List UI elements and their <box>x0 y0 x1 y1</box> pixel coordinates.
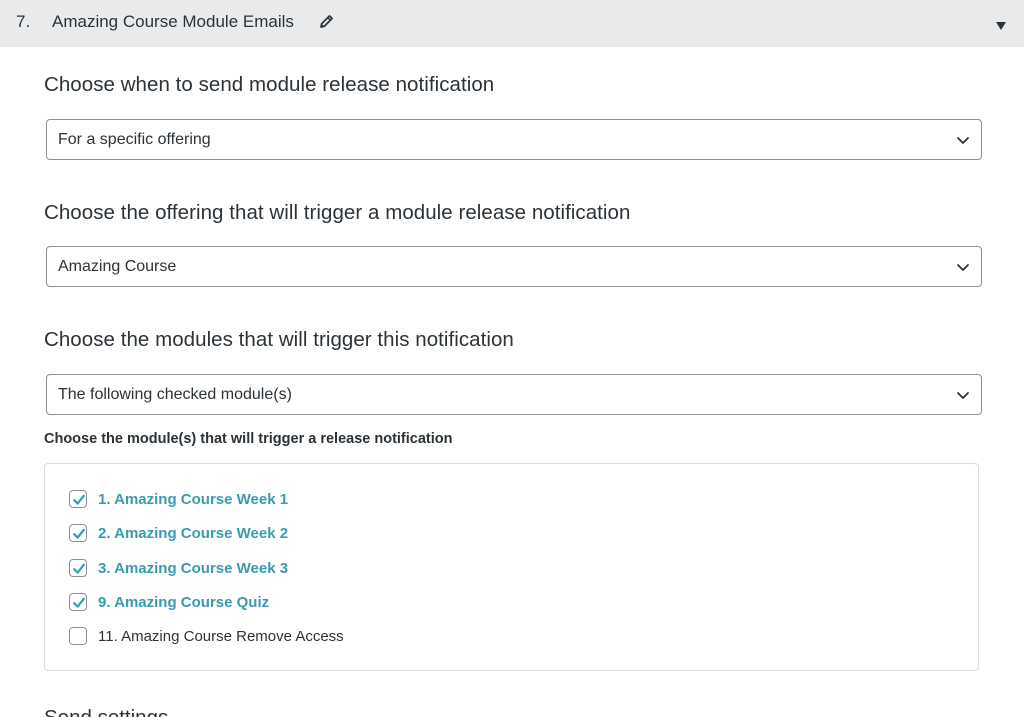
module-item[interactable]: 11. Amazing Course Remove Access <box>69 626 344 646</box>
modules-mode-label: Choose the modules that will trigger thi… <box>44 328 514 351</box>
offering-value: Amazing Course <box>58 258 177 275</box>
module-checkbox[interactable] <box>69 627 87 645</box>
module-item[interactable]: 3. Amazing Course Week 3 <box>69 558 288 578</box>
chevron-down-icon <box>956 133 970 147</box>
next-section-label: Send settings <box>44 706 168 717</box>
module-checklist: 1. Amazing Course Week 1 2. Amazing Cour… <box>44 463 979 671</box>
module-item[interactable]: 1. Amazing Course Week 1 <box>69 489 288 509</box>
module-label[interactable]: 1. Amazing Course Week 1 <box>98 491 288 508</box>
send-when-select[interactable]: For a specific offering <box>46 119 982 160</box>
module-label[interactable]: 3. Amazing Course Week 3 <box>98 560 288 577</box>
modules-mode-select[interactable]: The following checked module(s) <box>46 374 982 415</box>
chevron-down-icon <box>956 388 970 402</box>
section-title: Amazing Course Module Emails <box>52 12 294 31</box>
module-item[interactable]: 2. Amazing Course Week 2 <box>69 523 288 543</box>
module-checkbox[interactable] <box>69 490 87 508</box>
chevron-down-icon <box>956 260 970 274</box>
caret-down-icon[interactable] <box>995 18 1007 30</box>
modules-mode-value: The following checked module(s) <box>58 386 292 403</box>
section-number: 7. <box>16 12 31 31</box>
send-when-value: For a specific offering <box>58 131 211 148</box>
section-header[interactable]: 7. Amazing Course Module Emails <box>0 0 1024 47</box>
module-label[interactable]: 9. Amazing Course Quiz <box>98 594 269 611</box>
module-checkbox[interactable] <box>69 593 87 611</box>
module-picker-label: Choose the module(s) that will trigger a… <box>44 431 453 447</box>
module-label[interactable]: 11. Amazing Course Remove Access <box>98 628 344 645</box>
module-label[interactable]: 2. Amazing Course Week 2 <box>98 525 288 542</box>
send-when-label: Choose when to send module release notif… <box>44 73 495 96</box>
offering-label: Choose the offering that will trigger a … <box>44 201 631 224</box>
module-checkbox[interactable] <box>69 524 87 542</box>
module-item[interactable]: 9. Amazing Course Quiz <box>69 592 269 612</box>
offering-select[interactable]: Amazing Course <box>46 246 982 287</box>
module-checkbox[interactable] <box>69 559 87 577</box>
pencil-icon[interactable] <box>318 13 335 30</box>
